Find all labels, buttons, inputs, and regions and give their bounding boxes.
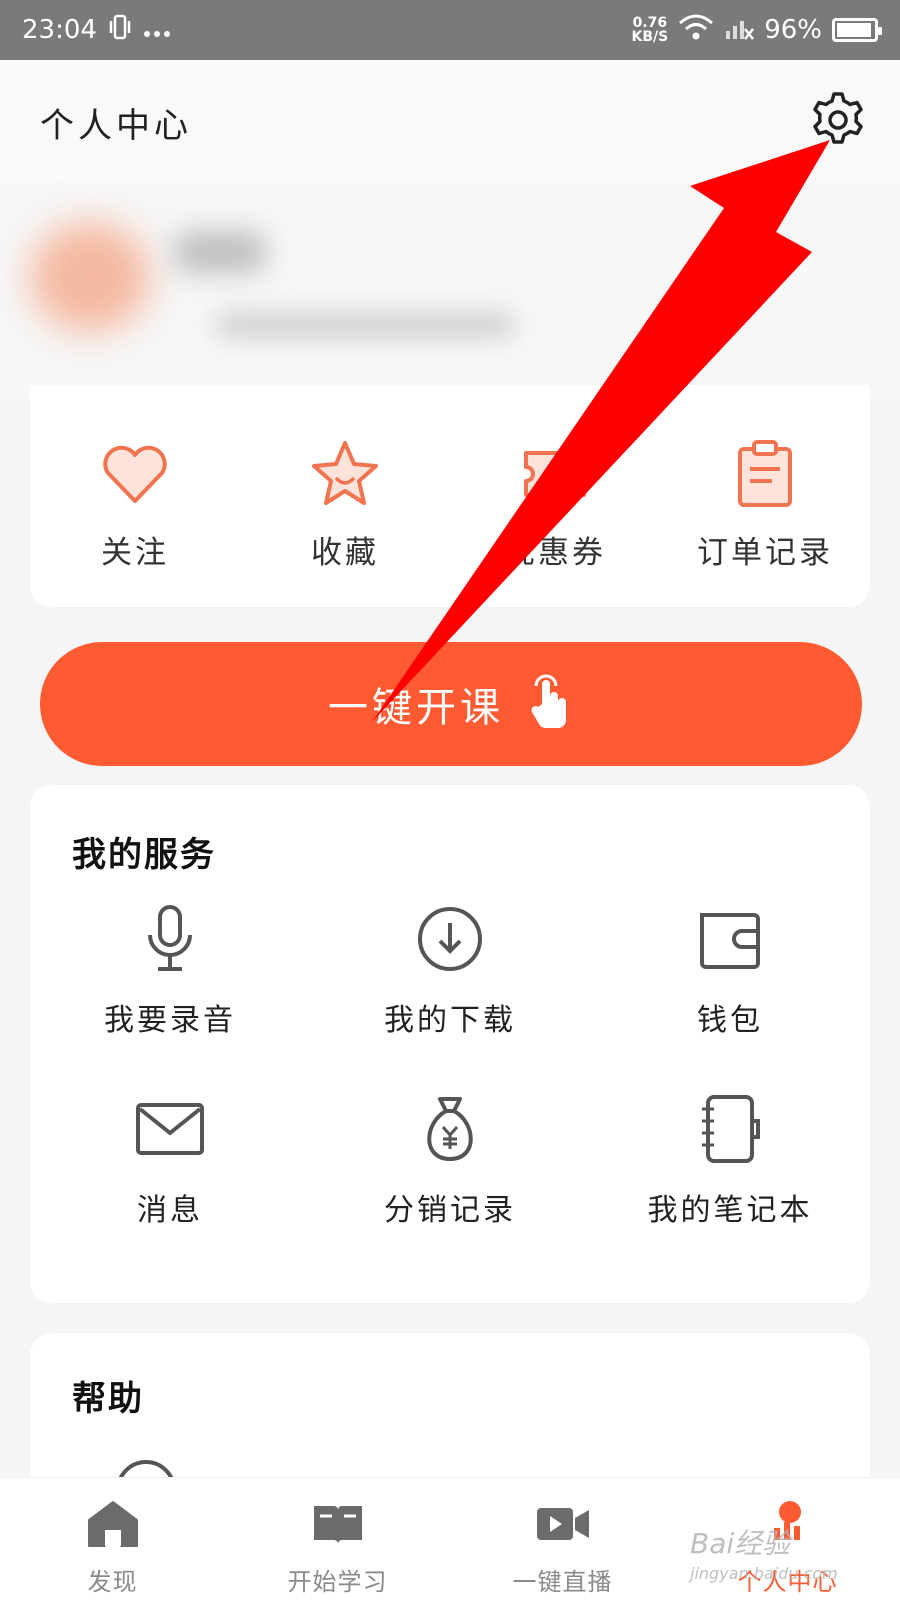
signal-icon	[724, 13, 755, 48]
service-label: 我的下载	[384, 1003, 516, 1038]
quick-action-coupons[interactable]: 优惠券	[450, 385, 660, 607]
quick-action-label: 优惠券	[504, 535, 606, 571]
service-messages[interactable]: 消息	[30, 1093, 310, 1229]
wifi-icon	[678, 13, 714, 48]
battery-icon	[832, 18, 882, 42]
watermark: Bai经验 jingyan.baidu.com	[690, 1522, 838, 1583]
service-label: 钱包	[697, 1003, 763, 1038]
quick-action-orders[interactable]: 订单记录	[660, 385, 870, 607]
star-icon	[308, 437, 382, 515]
start-course-button[interactable]: 一键开课	[40, 642, 862, 766]
page-title: 个人中心	[40, 106, 192, 146]
battery-level	[837, 23, 872, 37]
services-card: 我的服务 我要录音 我的下载 钱包 消息 分销记录 我的笔记本	[30, 785, 870, 1303]
service-notebook[interactable]: 我的笔记本	[590, 1093, 870, 1229]
quick-action-follow[interactable]: 关注	[30, 385, 240, 607]
service-label: 我的笔记本	[647, 1193, 813, 1228]
heart-icon	[98, 437, 172, 515]
book-icon	[310, 1498, 366, 1554]
tap-hand-icon	[526, 674, 574, 734]
quick-action-label: 关注	[101, 535, 169, 571]
service-distribution[interactable]: 分销记录	[310, 1093, 590, 1229]
status-bar: 23:04 0.76 KB/S 96%	[0, 0, 900, 60]
download-icon	[414, 903, 486, 979]
more-notifications-icon	[143, 15, 171, 45]
user-info-blurred	[215, 312, 515, 338]
profile-summary[interactable]	[0, 182, 900, 400]
money-bag-icon	[414, 1093, 486, 1169]
quick-action-label: 收藏	[311, 535, 379, 571]
watermark-subtext: jingyan.baidu.com	[690, 1564, 838, 1583]
service-downloads[interactable]: 我的下载	[310, 903, 590, 1039]
network-speed-unit: KB/S	[631, 29, 669, 45]
tab-label: 开始学习	[287, 1568, 388, 1596]
start-course-label: 一键开课	[328, 685, 504, 731]
tab-start-learning[interactable]: 开始学习	[225, 1478, 450, 1600]
service-label: 我要录音	[104, 1003, 236, 1038]
home-icon	[85, 1498, 141, 1554]
page-header: 个人中心	[0, 60, 900, 182]
tab-label: 一键直播	[512, 1568, 613, 1596]
watermark-text: Bai经验	[690, 1527, 791, 1560]
notebook-icon	[694, 1093, 766, 1169]
services-title: 我的服务	[72, 835, 216, 875]
quick-action-label: 订单记录	[697, 535, 833, 571]
microphone-icon	[134, 903, 206, 979]
help-title: 帮助	[72, 1379, 144, 1419]
tab-discover[interactable]: 发现	[0, 1478, 225, 1600]
quick-action-favorites[interactable]: 收藏	[240, 385, 450, 607]
avatar	[30, 222, 150, 332]
service-record[interactable]: 我要录音	[30, 903, 310, 1039]
service-label: 分销记录	[384, 1193, 516, 1228]
clipboard-icon	[728, 437, 802, 515]
gear-icon	[808, 90, 868, 154]
network-speed: 0.76 KB/S	[631, 16, 668, 44]
quick-actions-card: 关注 收藏 优惠券 订单记录	[30, 385, 870, 607]
service-wallet[interactable]: 钱包	[590, 903, 870, 1039]
user-name-blurred	[175, 232, 265, 272]
battery-percent: 96%	[764, 15, 822, 45]
vibrate-icon	[109, 13, 131, 48]
mail-icon	[134, 1093, 206, 1169]
status-time: 23:04	[22, 15, 97, 45]
tab-label: 发现	[87, 1568, 138, 1596]
video-camera-icon	[535, 1498, 591, 1554]
service-label: 消息	[137, 1193, 203, 1228]
settings-button[interactable]	[806, 90, 870, 154]
wallet-icon	[694, 903, 766, 979]
tab-live[interactable]: 一键直播	[450, 1478, 675, 1600]
network-speed-value: 0.76	[632, 15, 668, 31]
ticket-icon	[518, 437, 592, 515]
